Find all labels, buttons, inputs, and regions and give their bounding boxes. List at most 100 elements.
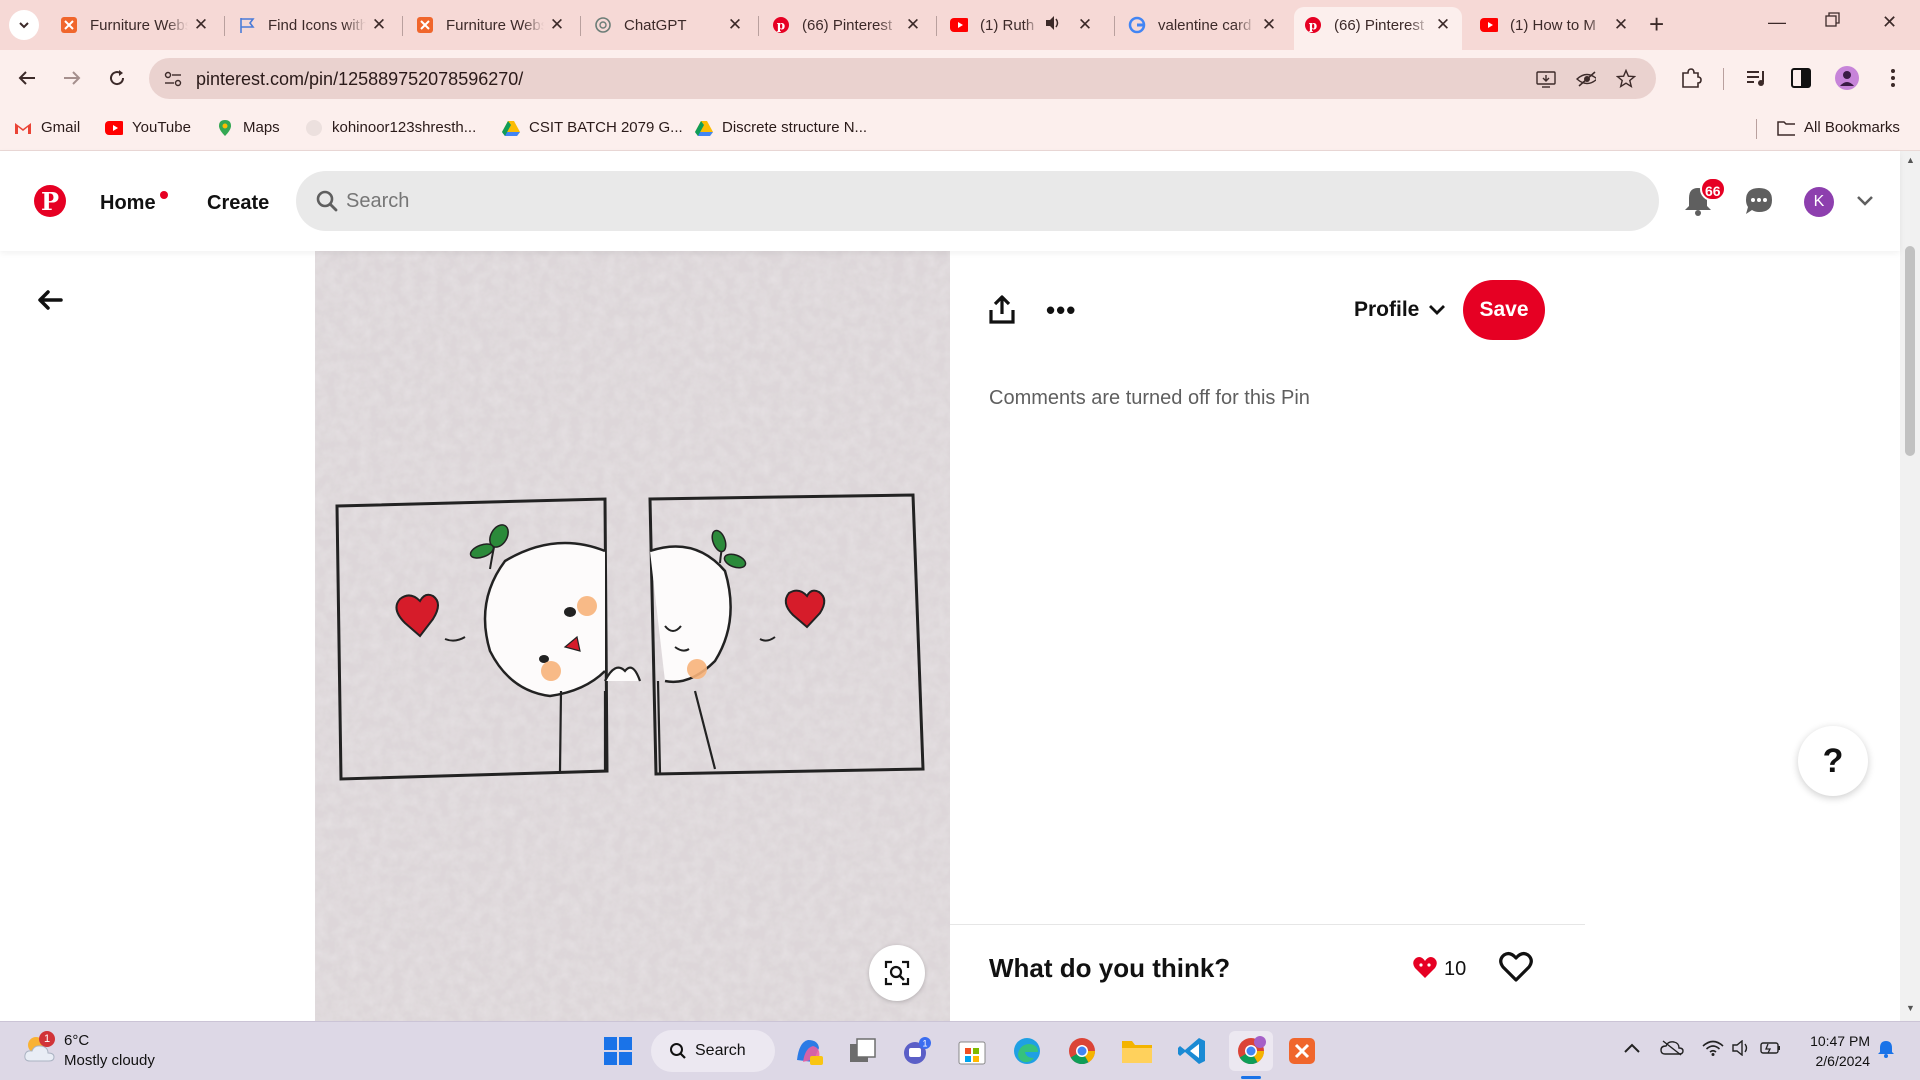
install-app-icon[interactable] [1536,69,1556,89]
search-bar[interactable] [296,171,1659,231]
copilot-app-icon[interactable] [790,1033,826,1069]
heart-icon[interactable] [1499,951,1533,983]
notification-bell-icon[interactable] [1877,1040,1895,1063]
bookmark-gmail[interactable]: Gmail [14,119,80,136]
address-bar[interactable]: pinterest.com/pin/125889752078596270/ [149,58,1656,99]
scrollbar[interactable]: ▲ ▼ [1900,151,1920,1021]
teams-icon[interactable]: 1 [899,1033,935,1069]
browser-tab[interactable]: p (66) Pinterest ✕ [762,7,932,43]
chrome-icon[interactable] [1064,1033,1100,1069]
battery-icon[interactable] [1760,1040,1782,1061]
wifi-icon[interactable] [1702,1040,1724,1061]
pinterest-logo-icon[interactable]: P [34,185,66,217]
weather-widget[interactable]: 1 6°C Mostly cloudy [22,1031,155,1071]
volume-icon[interactable] [1732,1039,1752,1061]
close-icon[interactable]: ✕ [548,16,566,34]
browser-tab[interactable]: valentine card ✕ [1118,7,1288,43]
back-arrow-icon[interactable] [36,286,64,314]
taskbar-search[interactable]: Search [651,1030,775,1072]
close-icon[interactable]: ✕ [1260,16,1278,34]
profile-dropdown[interactable]: Profile [1354,298,1446,322]
help-button[interactable]: ? [1798,726,1868,796]
profile-label: Profile [1354,298,1420,321]
chevron-up-icon[interactable] [1624,1040,1640,1058]
more-options-icon[interactable]: ••• [1046,297,1076,323]
new-tab-button[interactable]: + [1649,11,1664,37]
arrow-right-icon [64,71,81,85]
side-panel-button[interactable] [1786,63,1816,93]
media-control-button[interactable] [1742,63,1772,93]
scroll-up-arrow[interactable]: ▲ [1906,155,1915,165]
close-icon[interactable]: ✕ [370,16,388,34]
browser-tab[interactable]: (1) Ruth B ✕ [940,7,1110,43]
tab-separator [580,16,581,36]
close-icon[interactable]: ✕ [1434,16,1452,34]
nav-home[interactable]: Home [100,192,156,215]
close-icon[interactable]: ✕ [192,16,210,34]
url-text[interactable]: pinterest.com/pin/125889752078596270/ [196,69,523,90]
browser-tab[interactable]: Furniture Website ✕ [50,7,220,43]
youtube-icon [105,120,123,136]
bookmark-csit-batch[interactable]: CSIT BATCH 2079 G... [502,119,683,136]
edge-icon[interactable] [1009,1033,1045,1069]
system-clock[interactable]: 10:47 PM 2/6/2024 [1800,1031,1870,1071]
browser-tab[interactable]: ChatGPT ✕ [584,7,754,43]
vscode-icon[interactable] [1174,1033,1210,1069]
browser-tab[interactable]: Find Icons with ✕ [228,7,398,43]
pin-image[interactable] [315,251,950,1021]
browser-toolbar: pinterest.com/pin/125889752078596270/ [0,50,1920,107]
avatar[interactable]: K [1804,187,1834,217]
tab-separator [402,16,403,36]
bookmark-discrete-structure[interactable]: Discrete structure N... [695,119,867,136]
close-icon[interactable]: ✕ [1076,16,1094,34]
site-info-icon[interactable] [163,69,183,89]
account-menu-button[interactable] [1847,183,1883,219]
menu-button[interactable] [1878,63,1908,93]
browser-tab[interactable]: Furniture Website ✕ [406,7,576,43]
browser-tab[interactable]: (1) How to M ✕ [1470,7,1640,43]
love-reaction-icon [1413,957,1437,978]
bookmark-maps[interactable]: Maps [216,119,280,136]
browser-tab-active[interactable]: p (66) Pinterest ✕ [1294,7,1462,50]
restore-button[interactable] [1825,12,1841,33]
bookmark-star-icon[interactable] [1616,69,1636,89]
start-button[interactable] [600,1033,636,1069]
pinterest-icon: p [1304,16,1322,34]
file-explorer-icon[interactable] [1119,1033,1155,1069]
search-input[interactable] [346,171,1646,231]
task-view-icon[interactable] [845,1033,881,1069]
github-icon [305,119,323,136]
profile-button[interactable] [1832,63,1862,93]
windows-taskbar: 1 6°C Mostly cloudy Search 1 10:47 PM 2/… [0,1021,1920,1080]
minimize-button[interactable]: — [1768,12,1786,33]
messages-button[interactable] [1741,183,1777,219]
forward-button[interactable] [57,63,87,93]
save-button[interactable]: Save [1463,280,1545,340]
all-bookmarks-button[interactable]: All Bookmarks [1777,119,1900,136]
bookmark-github[interactable]: kohinoor123shresth... [305,119,476,136]
eye-off-icon[interactable] [1576,69,1596,89]
visual-search-button[interactable] [869,945,925,1001]
bookmark-label: Gmail [41,119,81,136]
onedrive-off-icon[interactable] [1660,1040,1684,1061]
scrollbar-thumb[interactable] [1905,246,1915,456]
extensions-button[interactable] [1676,63,1706,93]
close-icon[interactable]: ✕ [1612,16,1630,34]
side-panel-icon [1791,68,1811,88]
back-button[interactable] [12,63,42,93]
close-icon[interactable]: ✕ [726,16,744,34]
close-window-button[interactable]: ✕ [1882,12,1897,33]
reaction-count: 10 [1444,958,1467,980]
store-icon[interactable] [954,1033,990,1069]
share-icon[interactable] [988,295,1016,325]
close-icon[interactable]: ✕ [904,16,922,34]
xampp-icon[interactable] [1284,1033,1320,1069]
scroll-down-arrow[interactable]: ▼ [1906,1003,1915,1013]
chrome-profile-icon[interactable] [1229,1031,1273,1071]
bookmark-youtube[interactable]: YouTube [105,119,191,136]
speaker-icon[interactable] [1044,15,1062,35]
search-icon [670,1043,686,1059]
reload-button[interactable] [102,63,132,93]
nav-create[interactable]: Create [207,192,269,215]
tab-search-button[interactable] [9,10,39,40]
